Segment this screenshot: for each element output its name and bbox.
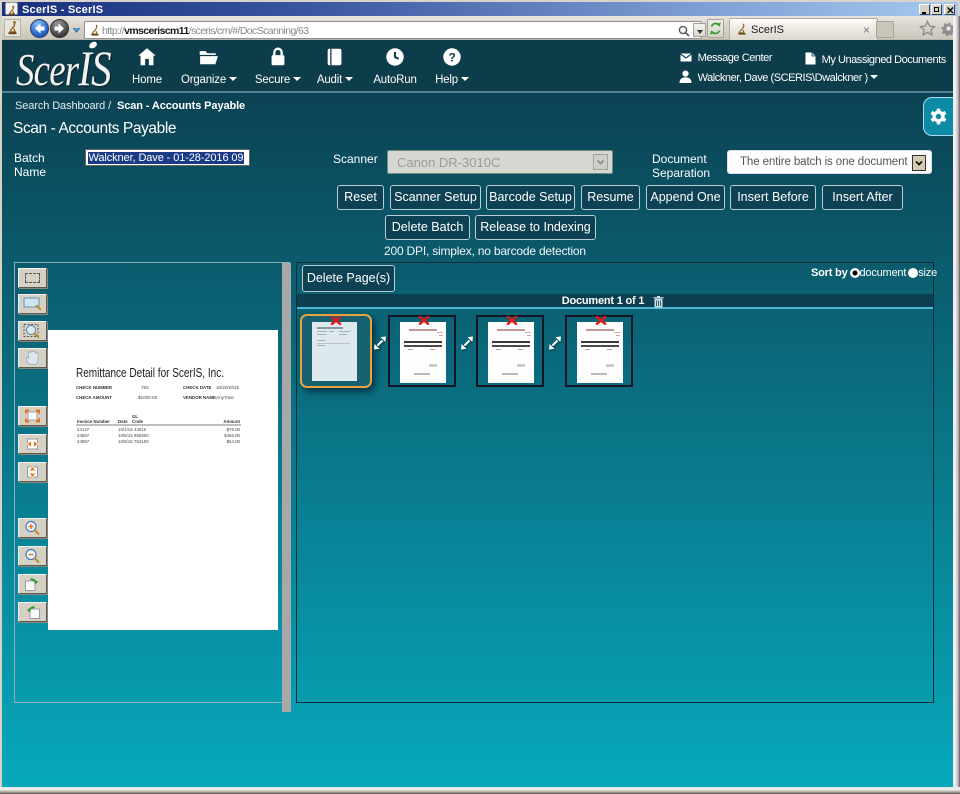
svg-text:755: 755	[141, 385, 149, 390]
svg-text:850500: 850500	[134, 433, 149, 438]
svg-text:44010: 44010	[134, 427, 147, 432]
svg-text:24867: 24867	[77, 439, 90, 444]
svg-text:Date: Date	[118, 419, 128, 424]
svg-text:Amount: Amount	[223, 419, 240, 424]
svg-text:Code: Code	[132, 419, 144, 424]
svg-text:10/6/15: 10/6/15	[118, 439, 133, 444]
svg-text:Invoice Number: Invoice Number	[77, 419, 110, 424]
svg-text:CHECK NUMBER: CHECK NUMBER	[76, 385, 113, 390]
svg-text:?: ?	[448, 51, 455, 65]
svg-text:Remittance Detail for ScerIS,: Remittance Detail for ScerIS, Inc.	[76, 365, 224, 380]
svg-text:10/1/15: 10/1/15	[118, 427, 133, 432]
svg-text:$64.00: $64.00	[227, 439, 241, 444]
svg-text:$466.00: $466.00	[224, 433, 240, 438]
svg-text:AnyTime: AnyTime	[216, 395, 234, 400]
svg-text:$76.00: $76.00	[227, 427, 241, 432]
svg-text:$1000.00: $1000.00	[138, 395, 158, 400]
svg-text:CHECK AMOUNT: CHECK AMOUNT	[76, 395, 112, 400]
svg-text:VENDOR NAME: VENDOR NAME	[183, 395, 216, 400]
svg-text:24147: 24147	[77, 427, 90, 432]
svg-text:764100: 764100	[134, 439, 149, 444]
svg-text:24567: 24567	[77, 433, 90, 438]
svg-text:10/5/15: 10/5/15	[118, 433, 133, 438]
svg-text:CHECK DATE: CHECK DATE	[183, 385, 212, 390]
svg-text:10/20/2015: 10/20/2015	[216, 385, 239, 390]
